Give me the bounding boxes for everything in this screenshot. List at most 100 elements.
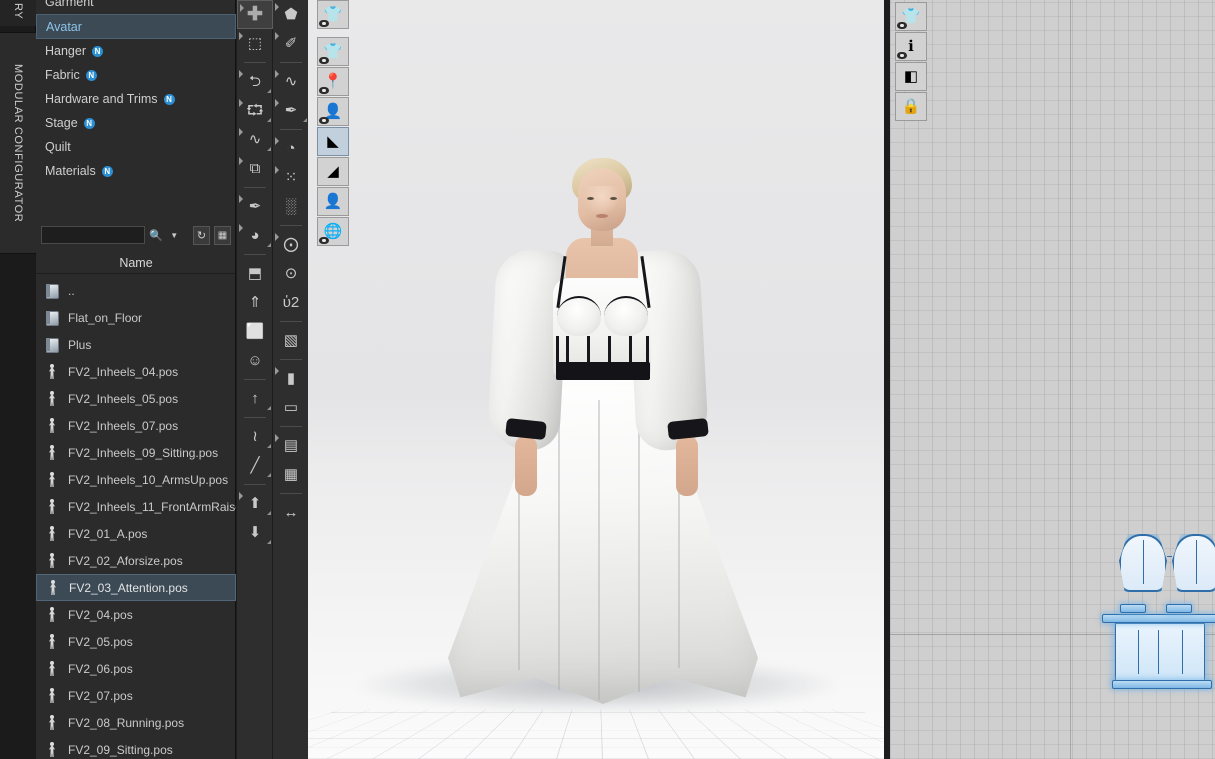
library-rail-tab[interactable]: RY <box>0 0 36 26</box>
bodice-front-right-piece[interactable] <box>1172 534 1215 592</box>
garment-thick-toggle[interactable]: 👕 <box>317 37 349 66</box>
library-category-quilt[interactable]: Quilt <box>36 135 236 159</box>
gradient-small-tool[interactable]: ▤ <box>273 431 309 460</box>
shadow-visibility-toggle[interactable]: ◢ <box>317 157 349 186</box>
refresh-icon[interactable]: ↻ <box>192 225 210 245</box>
environment-globe-toggle[interactable]: 🌐 <box>317 217 349 246</box>
open-garment-tool[interactable]: ⬜ <box>237 317 273 346</box>
table-row[interactable]: FV2_08_Running.pos <box>36 709 236 736</box>
toolbar-separator <box>279 493 302 494</box>
library-category-hanger[interactable]: Hanger N <box>36 39 236 63</box>
library-category-avatar[interactable]: Avatar <box>36 14 236 39</box>
dots-pattern-tool[interactable]: ⁙ <box>273 163 309 192</box>
file-name-label: FV2_05.pos <box>68 634 133 649</box>
table-row[interactable]: Plus <box>36 331 236 358</box>
checker-print-tool[interactable]: ░ <box>273 192 309 221</box>
button-roll-tool[interactable]: ◔ <box>273 134 309 163</box>
file-name-label: FV2_Inheels_07.pos <box>68 418 179 433</box>
pattern-info-toggle[interactable]: ℹ <box>895 32 927 61</box>
library-category-stage[interactable]: Stage N <box>36 111 236 135</box>
eye-icon <box>319 57 329 64</box>
search-input[interactable] <box>41 226 145 244</box>
search-icon[interactable]: 🔍 <box>149 226 163 244</box>
3d-garment-viewport[interactable]: ✥ <box>308 0 886 759</box>
modular-configurator-rail-tab[interactable]: MODULAR CONFIGURATOR <box>0 32 36 254</box>
table-row[interactable]: FV2_Inheels_11_FrontArmRaise.p <box>36 493 236 520</box>
skin-visibility-toggle[interactable]: 👤 <box>317 187 349 216</box>
measure-tape-tool-glyph: ↑ <box>251 390 259 407</box>
roll-fabric-tool[interactable]: ▮ <box>273 364 309 393</box>
pose-figure-icon <box>44 444 60 461</box>
lock-button-tool[interactable]: ὑ2 <box>273 288 309 317</box>
gradient-large-tool[interactable]: ▦ <box>273 460 309 489</box>
avatar-tool-glyph: ☺ <box>247 352 263 369</box>
measure-tape-tool[interactable]: ↑ <box>237 384 273 413</box>
arrange-up-tool[interactable]: ⇑ <box>237 288 273 317</box>
tool-corner-arrow-icon <box>267 444 271 448</box>
library-category-materials[interactable]: Materials N <box>36 159 236 183</box>
box-fold-tool[interactable]: ⧉ <box>237 154 273 183</box>
table-row[interactable]: FV2_01_A.pos <box>36 520 236 547</box>
garment-visibility-toggle[interactable]: 👕 <box>317 0 349 29</box>
table-row[interactable]: FV2_05.pos <box>36 628 236 655</box>
table-row[interactable]: FV2_07.pos <box>36 682 236 709</box>
left-vertical-rail: RY MODULAR CONFIGURATOR <box>0 0 36 759</box>
pin-visibility-toggle[interactable]: 📍 <box>317 67 349 96</box>
pen-curve-tool[interactable]: ✒ <box>273 96 309 125</box>
table-row[interactable]: FV2_Inheels_07.pos <box>36 412 236 439</box>
symmetric-align-tool[interactable]: ↔ <box>273 498 309 527</box>
avatar-eye-right <box>610 197 617 200</box>
fold-arrangement-tool[interactable]: ⮌ <box>237 67 273 96</box>
transform-move-tool[interactable]: ✚ <box>237 0 273 29</box>
segment-fold-tool[interactable]: ⮔ <box>237 96 273 125</box>
avatar-tool[interactable]: ☺ <box>237 346 273 375</box>
table-row[interactable]: Flat_on_Floor <box>36 304 236 331</box>
pattern-lock-toggle[interactable]: 🔒 <box>895 92 927 121</box>
polygon-edit-tool[interactable]: ⬟ <box>273 0 309 29</box>
category-label: Stage <box>45 116 78 130</box>
avatar-visibility-toggle[interactable]: 👤 <box>317 97 349 126</box>
table-row[interactable]: FV2_02_Aforsize.pos <box>36 547 236 574</box>
category-label: Hardware and Trims <box>45 92 158 106</box>
toolbar-separator <box>279 321 302 322</box>
pattern-visibility-toggle[interactable]: 👕 <box>895 2 927 31</box>
table-row[interactable]: FV2_04.pos <box>36 601 236 628</box>
button-tool[interactable]: ⨀ <box>273 230 309 259</box>
texture-swatch-tool[interactable]: ▧ <box>273 326 309 355</box>
table-row[interactable]: FV2_Inheels_09_Sitting.pos <box>36 439 236 466</box>
curve-fold-tool[interactable]: ∿ <box>237 125 273 154</box>
table-row[interactable]: FV2_Inheels_04.pos <box>36 358 236 385</box>
ruler-tool[interactable]: ╱ <box>237 451 273 480</box>
tool-corner-arrow-icon <box>267 118 271 122</box>
2d-pattern-viewport[interactable] <box>890 0 1215 759</box>
fabric-bolt-tool[interactable]: ▭ <box>273 393 309 422</box>
sphere-pin-tool[interactable]: ◕ <box>237 221 273 250</box>
library-category-hardware-and-trims[interactable]: Hardware and Trims N <box>36 87 236 111</box>
table-row[interactable]: FV2_06.pos <box>36 655 236 682</box>
library-category-fabric[interactable]: Fabric N <box>36 63 236 87</box>
zigzag-stitch-tool[interactable]: ≀ <box>237 422 273 451</box>
library-category-garment[interactable]: Garment <box>36 0 236 14</box>
pin-tool[interactable]: ✒ <box>237 192 273 221</box>
file-name-label: FV2_04.pos <box>68 607 133 622</box>
zipper-shirt-tool[interactable]: ⬆ <box>237 489 273 518</box>
zipper-garment-tool[interactable]: ⬇ <box>237 518 273 547</box>
table-row[interactable]: .. <box>36 277 236 304</box>
rectangle-select-tool[interactable]: ⬚ <box>237 29 273 58</box>
tool-flyout-arrow-icon <box>275 70 279 78</box>
pattern-fold-toggle[interactable]: ◧ <box>895 62 927 91</box>
file-name-label: FV2_03_Attention.pos <box>69 580 188 595</box>
chevron-down-icon[interactable]: ▼ <box>167 226 181 244</box>
stage-visibility-toggle[interactable]: ◣ <box>317 127 349 156</box>
table-row[interactable]: FV2_03_Attention.pos <box>36 574 236 601</box>
flatten-tool[interactable]: ⬒ <box>237 259 273 288</box>
buttonhole-tool[interactable]: ⊙ <box>273 259 309 288</box>
table-row[interactable]: FV2_Inheels_10_ArmsUp.pos <box>36 466 236 493</box>
grid-view-icon[interactable]: ▦ <box>213 225 232 245</box>
skirt-panel-assembly[interactable] <box>1115 623 1205 681</box>
table-row[interactable]: FV2_Inheels_05.pos <box>36 385 236 412</box>
table-row[interactable]: FV2_09_Sitting.pos <box>36 736 236 759</box>
curve-garment-tool[interactable]: ∿ <box>273 67 309 96</box>
file-name-label: FV2_Inheels_04.pos <box>68 364 179 379</box>
pen-garment-tool[interactable]: ✐ <box>273 29 309 58</box>
